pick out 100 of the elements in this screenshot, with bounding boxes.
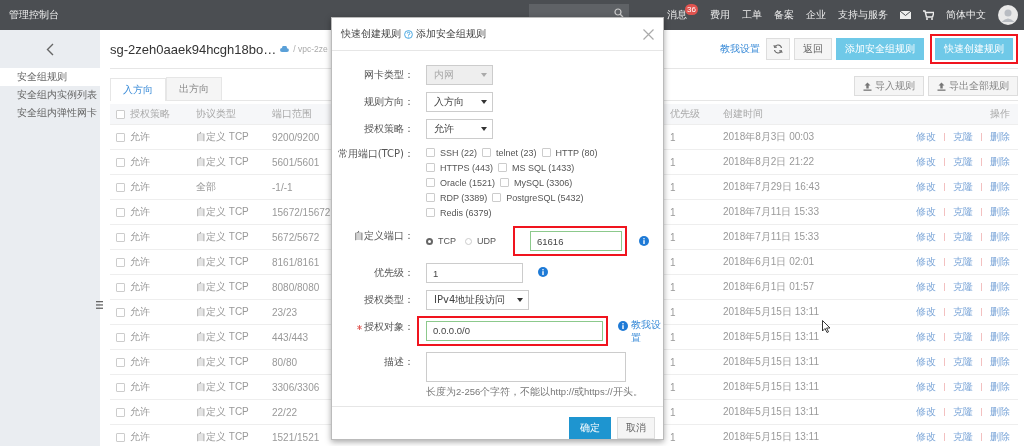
- row-action-link[interactable]: 删除: [990, 230, 1010, 244]
- row-checkbox[interactable]: [115, 132, 125, 142]
- row-action-link[interactable]: 删除: [990, 380, 1010, 394]
- row-checkbox[interactable]: [115, 357, 125, 367]
- row-action-link[interactable]: 删除: [990, 305, 1010, 319]
- row-checkbox[interactable]: [115, 232, 125, 242]
- quick-create-button[interactable]: 快速创建规则: [935, 38, 1013, 60]
- row-action-link[interactable]: 修改: [916, 405, 936, 419]
- console-title[interactable]: 管理控制台: [9, 8, 59, 22]
- nav-link[interactable]: 企业: [806, 8, 826, 22]
- select-all-checkbox[interactable]: [115, 109, 125, 119]
- back-chevron-icon[interactable]: [46, 42, 54, 56]
- row-action-link[interactable]: 删除: [990, 405, 1010, 419]
- row-action-link[interactable]: 修改: [916, 205, 936, 219]
- row-action-link[interactable]: 克隆: [953, 155, 973, 169]
- row-action-link[interactable]: 删除: [990, 280, 1010, 294]
- sidebar-item[interactable]: 安全组规则: [0, 68, 100, 86]
- row-action-link[interactable]: 克隆: [953, 130, 973, 144]
- row-action-link[interactable]: 修改: [916, 355, 936, 369]
- row-action-link[interactable]: 删除: [990, 180, 1010, 194]
- cancel-button[interactable]: 取消: [617, 417, 655, 439]
- row-action-link[interactable]: 删除: [990, 430, 1010, 444]
- port-checkbox[interactable]: [482, 148, 491, 157]
- help-link[interactable]: 教我设置: [720, 42, 760, 56]
- help-icon[interactable]: [404, 29, 413, 39]
- row-action-link[interactable]: 克隆: [953, 380, 973, 394]
- direction-tab[interactable]: 入方向: [110, 78, 166, 101]
- row-checkbox[interactable]: [115, 182, 125, 192]
- confirm-button[interactable]: 确定: [569, 417, 611, 439]
- language-link[interactable]: 简体中文: [946, 8, 986, 22]
- row-checkbox[interactable]: [115, 157, 125, 167]
- refresh-button[interactable]: [766, 38, 790, 60]
- row-checkbox[interactable]: [115, 282, 125, 292]
- protocol-radio[interactable]: [426, 237, 433, 245]
- port-checkbox[interactable]: [426, 148, 435, 157]
- vpc-breadcrumb[interactable]: / vpc-2ze: [293, 44, 328, 54]
- row-checkbox[interactable]: [115, 382, 125, 392]
- info-icon[interactable]: [538, 267, 548, 277]
- rules-action-button[interactable]: 导出全部规则: [928, 76, 1018, 96]
- row-action-link[interactable]: 克隆: [953, 305, 973, 319]
- help-link[interactable]: 教我设置: [631, 318, 663, 344]
- nav-link[interactable]: 费用: [710, 8, 730, 22]
- description-field[interactable]: [426, 352, 626, 382]
- avatar-icon[interactable]: [998, 5, 1018, 25]
- row-action-link[interactable]: 克隆: [953, 405, 973, 419]
- row-action-link[interactable]: 删除: [990, 255, 1010, 269]
- info-icon[interactable]: [618, 321, 628, 331]
- dropdown[interactable]: IPv4地址段访问: [426, 290, 530, 310]
- row-action-link[interactable]: 克隆: [953, 280, 973, 294]
- row-action-link[interactable]: 修改: [916, 380, 936, 394]
- row-action-link[interactable]: 克隆: [953, 255, 973, 269]
- row-action-link[interactable]: 修改: [916, 130, 936, 144]
- sidebar-item[interactable]: 安全组内弹性网卡: [0, 104, 100, 122]
- row-action-link[interactable]: 克隆: [953, 330, 973, 344]
- nav-link[interactable]: 消息: [667, 8, 688, 22]
- row-checkbox[interactable]: [115, 207, 125, 217]
- row-checkbox[interactable]: [115, 307, 125, 317]
- row-action-link[interactable]: 克隆: [953, 180, 973, 194]
- row-action-link[interactable]: 删除: [990, 355, 1010, 369]
- port-checkbox[interactable]: [500, 178, 510, 187]
- row-action-link[interactable]: 删除: [990, 155, 1010, 169]
- port-checkbox[interactable]: [498, 163, 507, 172]
- dropdown[interactable]: 入方向: [426, 92, 493, 112]
- row-action-link[interactable]: 修改: [916, 255, 936, 269]
- mail-icon[interactable]: [900, 11, 911, 19]
- add-rule-button[interactable]: 添加安全组规则: [836, 38, 924, 60]
- row-action-link[interactable]: 修改: [916, 230, 936, 244]
- row-action-link[interactable]: 克隆: [953, 355, 973, 369]
- port-checkbox[interactable]: [492, 193, 502, 202]
- row-action-link[interactable]: 删除: [990, 205, 1010, 219]
- port-checkbox[interactable]: [426, 163, 435, 172]
- direction-tab[interactable]: 出方向: [166, 77, 222, 100]
- row-action-link[interactable]: 克隆: [953, 205, 973, 219]
- close-icon[interactable]: [643, 28, 654, 40]
- text-input[interactable]: 1: [426, 263, 523, 283]
- port-input[interactable]: 61616: [530, 231, 622, 251]
- row-checkbox[interactable]: [115, 332, 125, 342]
- port-checkbox[interactable]: [426, 208, 435, 217]
- row-action-link[interactable]: 修改: [916, 155, 936, 169]
- nav-link[interactable]: 工单: [742, 8, 762, 22]
- row-action-link[interactable]: 修改: [916, 180, 936, 194]
- nav-link[interactable]: 支持与服务: [838, 8, 888, 22]
- back-button[interactable]: 返回: [794, 38, 832, 60]
- collapse-handle-icon[interactable]: [96, 300, 103, 310]
- nav-link[interactable]: 备案: [774, 8, 794, 22]
- sidebar-item[interactable]: 安全组内实例列表: [0, 86, 100, 104]
- row-action-link[interactable]: 修改: [916, 430, 936, 444]
- port-checkbox[interactable]: [426, 178, 435, 187]
- rules-action-button[interactable]: 导入规则: [854, 76, 924, 96]
- row-action-link[interactable]: 修改: [916, 330, 936, 344]
- row-action-link[interactable]: 删除: [990, 330, 1010, 344]
- info-icon[interactable]: [639, 236, 649, 246]
- text-input[interactable]: 0.0.0.0/0: [426, 320, 603, 341]
- row-action-link[interactable]: 修改: [916, 305, 936, 319]
- row-action-link[interactable]: 克隆: [953, 230, 973, 244]
- row-checkbox[interactable]: [115, 257, 125, 267]
- row-checkbox[interactable]: [115, 432, 125, 442]
- row-action-link[interactable]: 删除: [990, 130, 1010, 144]
- row-action-link[interactable]: 克隆: [953, 430, 973, 444]
- port-checkbox[interactable]: [541, 148, 551, 157]
